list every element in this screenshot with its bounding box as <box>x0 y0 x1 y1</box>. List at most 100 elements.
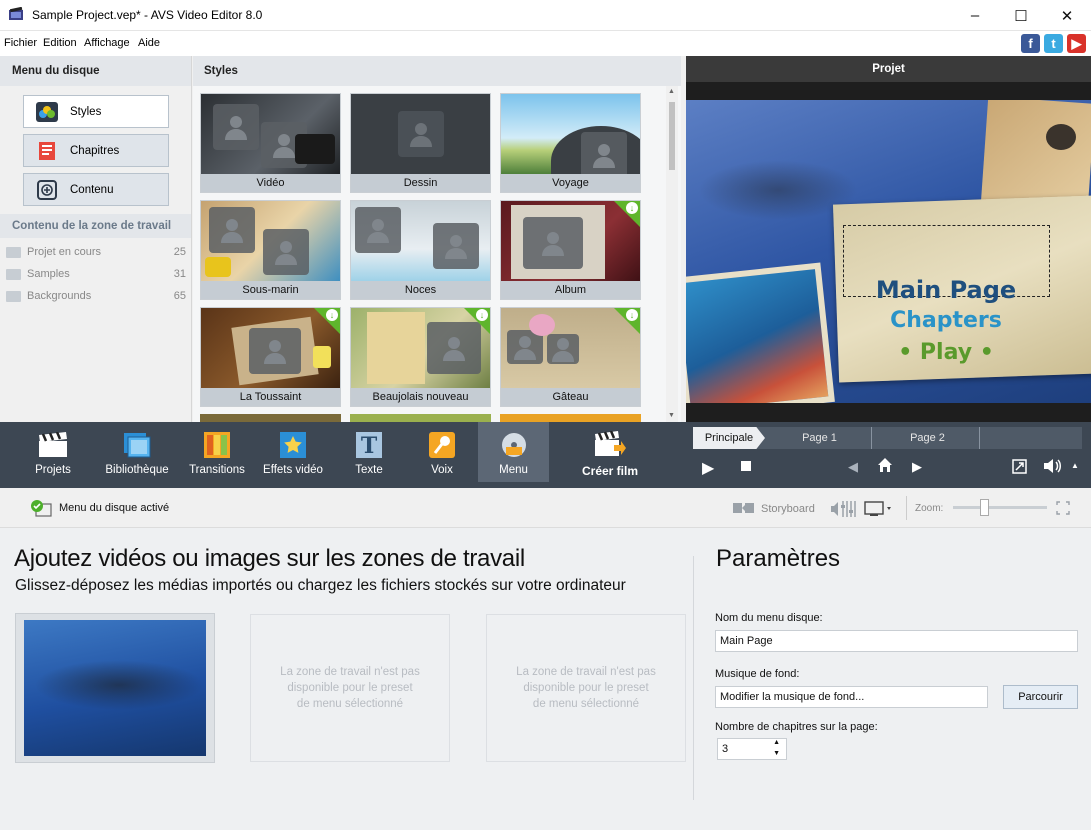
stop-icon[interactable] <box>741 461 751 471</box>
close-button[interactable]: ✕ <box>1044 0 1090 31</box>
zoom-label: Zoom: <box>915 503 944 514</box>
preview-canvas[interactable]: Main Page Chapters • Play • <box>686 100 1091 403</box>
scroll-thumb[interactable] <box>669 102 675 170</box>
chapters-count-stepper[interactable]: 3 ▲ ▼ <box>717 738 787 760</box>
style-label: Voyage <box>501 174 640 192</box>
zoom-slider[interactable] <box>953 506 1047 509</box>
page-tab-principale[interactable]: Principale <box>693 427 765 449</box>
download-icon[interactable]: ↓ <box>626 309 638 321</box>
music-field[interactable]: Modifier la musique de fond... <box>715 686 988 708</box>
palette-icon <box>36 101 58 123</box>
menu-name-field[interactable]: Main Page <box>715 630 1078 652</box>
zone-unavailable-line: de menu sélectionné <box>296 698 404 710</box>
style-label: La Toussaint <box>201 388 340 406</box>
tool-effets-video[interactable]: Effets vidéo <box>255 422 331 482</box>
style-partial-thumb[interactable] <box>500 414 641 422</box>
folder-projet-en-cours[interactable]: Projet en cours 25 <box>6 242 186 262</box>
divider <box>906 496 907 520</box>
next-icon[interactable]: ▶ <box>912 459 922 475</box>
style-label: Album <box>501 281 640 299</box>
photo-placeholder-icon <box>581 132 627 174</box>
folder-count: 25 <box>173 246 186 258</box>
style-noces[interactable]: Noces <box>350 200 491 300</box>
download-icon[interactable]: ↓ <box>626 202 638 214</box>
folder-count: 65 <box>173 290 186 302</box>
styles-scrollbar[interactable]: ▲ ▼ <box>666 86 678 422</box>
zoom-fit-icon[interactable] <box>1056 501 1070 518</box>
work-area-subtitle: Glissez-déposez les médias importés ou c… <box>15 577 626 594</box>
style-beaujolais-nouveau[interactable]: ↓ Beaujolais nouveau <box>350 307 491 407</box>
menu-edition[interactable]: Edition <box>43 37 77 49</box>
style-video[interactable]: Vidéo <box>200 93 341 193</box>
menu-chapters-text[interactable]: Chapters <box>806 308 1086 333</box>
style-album[interactable]: ↓ Album <box>500 200 641 300</box>
camera-icon <box>295 134 335 164</box>
content-button[interactable]: Contenu <box>23 173 169 206</box>
stepper-arrows-icon[interactable]: ▲ ▼ <box>773 737 780 759</box>
style-voyage[interactable]: Voyage <box>500 93 641 193</box>
page-tab-page-2[interactable]: Page 2 <box>876 427 980 449</box>
photo-placeholder-icon <box>213 104 259 150</box>
work-zone-2: La zone de travail n'est pas disponible … <box>250 614 450 762</box>
workspace-content-title: Contenu de la zone de travail <box>0 214 191 238</box>
styles-button[interactable]: Styles <box>23 95 169 128</box>
menu-affichage[interactable]: Affichage <box>84 37 130 49</box>
download-icon[interactable]: ↓ <box>476 309 488 321</box>
browse-button[interactable]: Parcourir <box>1003 685 1078 709</box>
folder-backgrounds[interactable]: Backgrounds 65 <box>6 286 186 306</box>
page-tab-page-1[interactable]: Page 1 <box>768 427 872 449</box>
download-icon[interactable]: ↓ <box>326 309 338 321</box>
menu-fichier[interactable]: Fichier <box>4 37 37 49</box>
disc-menu-checkbox[interactable] <box>30 499 52 520</box>
menu-play-text[interactable]: • Play • <box>806 340 1086 365</box>
title-bar: Sample Project.vep* - AVS Video Editor 8… <box>0 0 1091 31</box>
tool-projets[interactable]: Projets <box>15 422 91 482</box>
svg-text:T: T <box>361 433 378 459</box>
menu-aide[interactable]: Aide <box>138 37 160 49</box>
twitter-icon[interactable]: t <box>1044 34 1063 53</box>
style-sous-marin[interactable]: Sous-marin <box>200 200 341 300</box>
storyboard-icon[interactable] <box>733 502 755 517</box>
preview-panel: Projet Main Page Chapters • Play • <box>686 56 1091 422</box>
style-partial-thumb[interactable] <box>200 414 341 422</box>
expand-up-icon[interactable]: ▲ <box>1071 461 1079 470</box>
zone-unavailable-line: disponible pour le preset <box>287 682 413 694</box>
style-partial-thumb[interactable] <box>350 414 491 422</box>
storyboard-label[interactable]: Storyboard <box>761 503 815 515</box>
create-film-button[interactable]: Créer film <box>572 422 648 482</box>
previous-icon[interactable]: ◀ <box>848 459 858 475</box>
volume-icon[interactable] <box>1043 458 1063 477</box>
style-la-toussaint[interactable]: ↓ La Toussaint <box>200 307 341 407</box>
tool-bibliotheque[interactable]: Bibliothèque <box>99 422 175 482</box>
zoom-slider-thumb[interactable] <box>980 499 989 516</box>
photo-placeholder-icon <box>547 334 579 364</box>
zone-unavailable-line: La zone de travail n'est pas <box>280 666 420 678</box>
paper-sheet <box>367 312 425 384</box>
scroll-down-icon[interactable]: ▼ <box>668 412 675 419</box>
folder-samples[interactable]: Samples 31 <box>6 264 186 284</box>
style-dessin[interactable]: Dessin <box>350 93 491 193</box>
youtube-icon[interactable]: ▶ <box>1067 34 1086 53</box>
style-label: Sous-marin <box>201 281 340 299</box>
facebook-icon[interactable]: f <box>1021 34 1040 53</box>
work-zone-1[interactable] <box>15 613 215 763</box>
chapters-count-label: Nombre de chapitres sur la page: <box>715 721 878 733</box>
home-icon[interactable] <box>877 457 893 476</box>
audio-mixer-icon[interactable] <box>830 500 856 521</box>
minimize-button[interactable]: – <box>952 0 998 31</box>
tool-menu[interactable]: Menu <box>478 422 549 482</box>
tool-transitions[interactable]: Transitions <box>179 422 255 482</box>
play-icon[interactable]: ▶ <box>702 458 714 478</box>
aspect-ratio-icon[interactable] <box>864 500 894 521</box>
menu-title-text[interactable]: Main Page <box>806 276 1086 304</box>
maximize-button[interactable]: ☐ <box>998 0 1044 31</box>
photo-placeholder-icon <box>249 328 301 374</box>
fullscreen-icon[interactable] <box>1012 459 1027 477</box>
style-gateau[interactable]: ↓ Gâteau <box>500 307 641 407</box>
tool-texte[interactable]: T Texte <box>331 422 407 482</box>
tool-voix[interactable]: Voix <box>404 422 480 482</box>
chapters-button[interactable]: Chapitres <box>23 134 169 167</box>
photo-placeholder-icon <box>355 207 401 253</box>
scroll-up-icon[interactable]: ▲ <box>668 88 675 95</box>
photo-placeholder-icon <box>209 207 255 253</box>
